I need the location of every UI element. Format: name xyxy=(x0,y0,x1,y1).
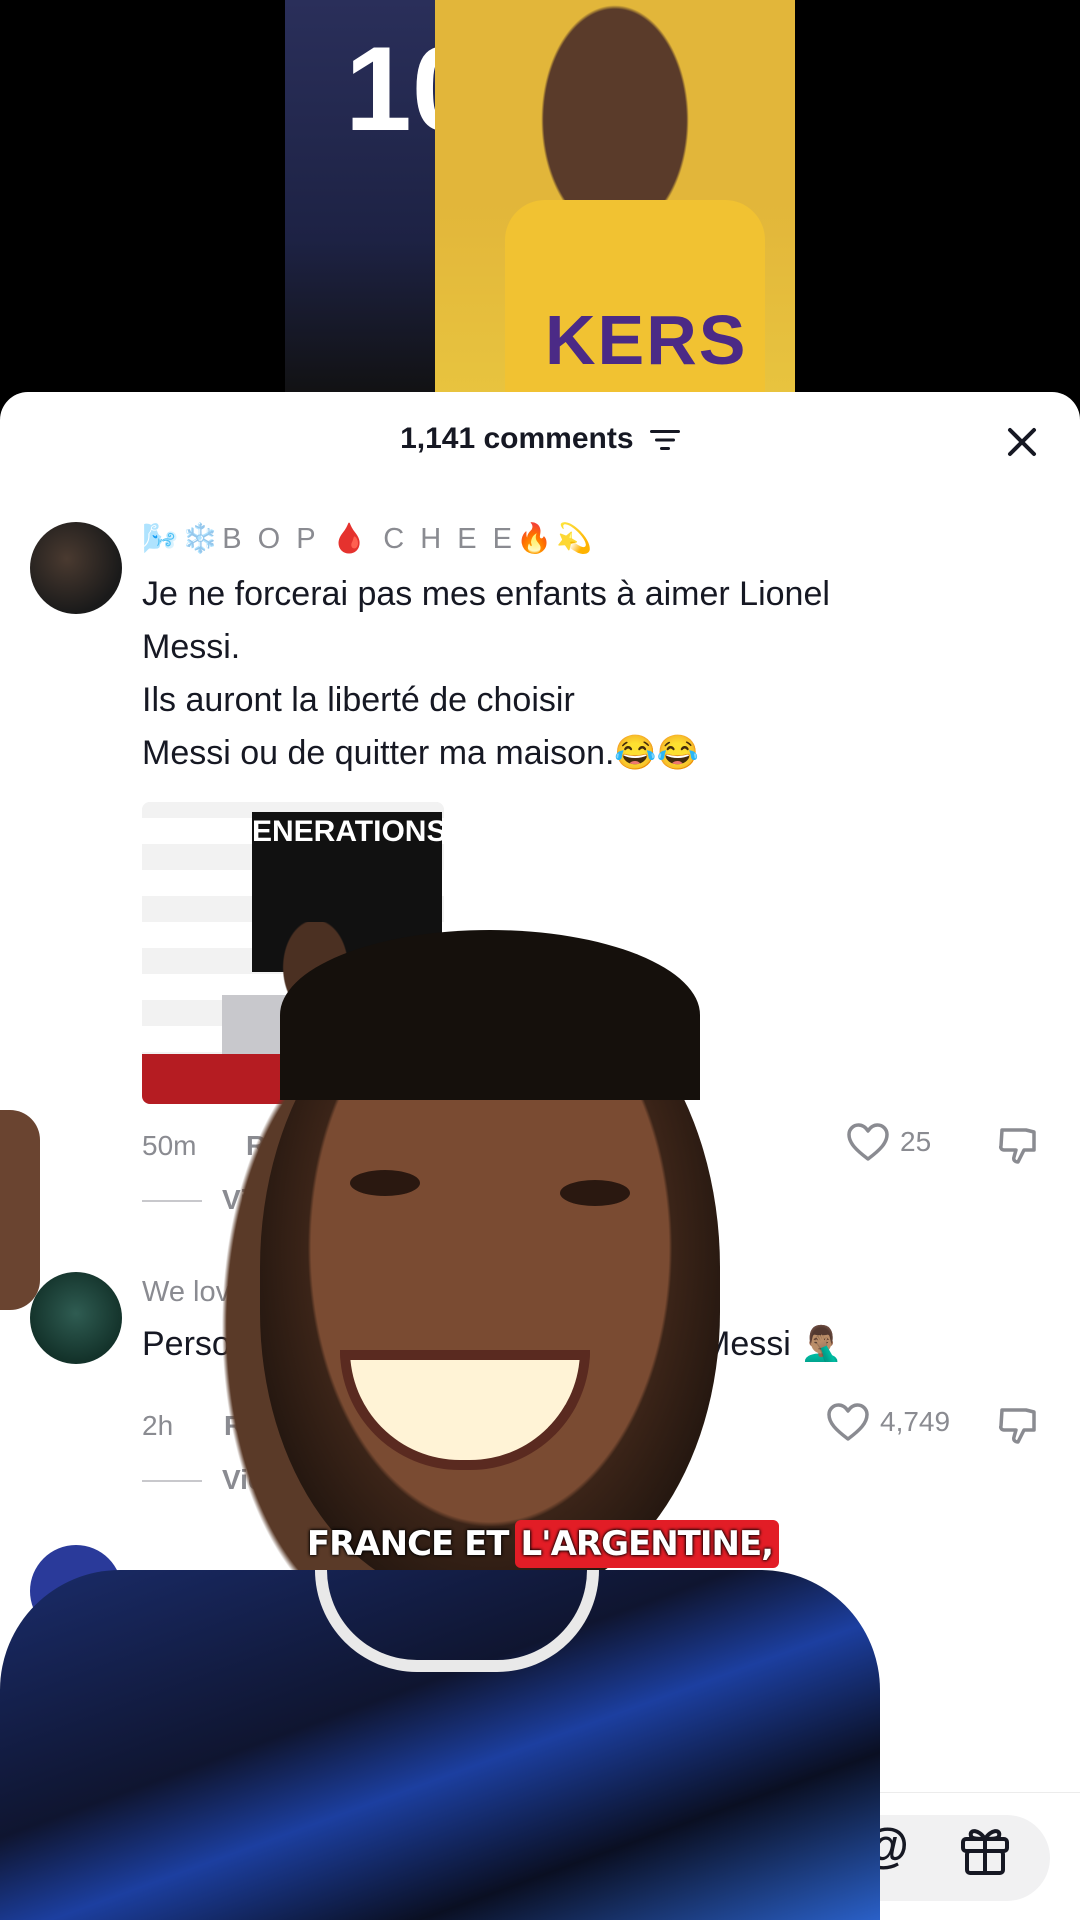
view-replies-line xyxy=(142,1480,202,1482)
comment-gif[interactable]: ENERATIONS xyxy=(142,802,444,1104)
reply-button[interactable]: Rep xyxy=(246,1130,299,1162)
mention-icon[interactable]: @ xyxy=(862,1819,909,1874)
comments-sheet: 1,141 comments 🌬️❄️B O P 🩸 C H E E🔥💫 Je … xyxy=(0,392,1080,1920)
reply-button[interactable]: Re xyxy=(224,1410,260,1442)
like-count: 4,749 xyxy=(880,1406,951,1437)
comment-time: 50m xyxy=(142,1130,197,1161)
creator-jersey: KERS xyxy=(505,200,765,400)
view-replies-line xyxy=(142,1200,202,1202)
sort-icon[interactable] xyxy=(649,429,680,451)
gif-red-table xyxy=(142,1054,444,1104)
comment-text-end: Messi 🤦🏽‍♂️ xyxy=(702,1325,843,1363)
comment-text: Person xyxy=(142,1325,250,1363)
avatar[interactable] xyxy=(30,522,122,614)
gift-icon[interactable] xyxy=(955,1819,1015,1879)
comment-username[interactable]: 🌬️❄️B O P 🩸 C H E E🔥💫 xyxy=(142,522,596,556)
view-replies-button[interactable]: View xyxy=(222,1464,285,1496)
close-icon[interactable] xyxy=(994,414,1050,470)
jersey-text: KERS xyxy=(545,301,748,379)
comments-header: 1,141 comments xyxy=(0,392,1080,492)
video-player[interactable]: 10 KERS xyxy=(0,0,1080,400)
caption-text: FRANCE ET xyxy=(306,1524,510,1564)
dislike-icon[interactable] xyxy=(996,1404,1040,1448)
heart-icon xyxy=(847,1123,889,1161)
comment-username[interactable]: We love xyxy=(142,1276,246,1309)
avatar[interactable] xyxy=(30,1272,122,1364)
video-creator: KERS xyxy=(435,0,795,400)
like-button[interactable]: 25 xyxy=(846,1122,931,1162)
comment-text: Je ne forcerai pas mes enfants à aimer L… xyxy=(142,575,830,772)
comments-count-title[interactable]: 1,141 comments xyxy=(0,422,1080,456)
comments-count-label: 1,141 comments xyxy=(400,422,634,455)
comment-time: 2h xyxy=(142,1410,174,1441)
heart-icon xyxy=(827,1403,869,1441)
like-count: 25 xyxy=(900,1126,932,1157)
video-frame: 10 KERS xyxy=(285,0,795,400)
video-caption: FRANCE ET L'ARGENTINE, xyxy=(0,1520,1080,1568)
comment-input-bar: @ xyxy=(0,1792,1080,1920)
view-replies-button[interactable]: View xyxy=(222,1184,285,1216)
caption-highlight: L'ARGENTINE, xyxy=(514,1520,780,1568)
like-button[interactable]: 4,749 xyxy=(826,1402,950,1442)
dislike-icon[interactable] xyxy=(996,1124,1040,1168)
